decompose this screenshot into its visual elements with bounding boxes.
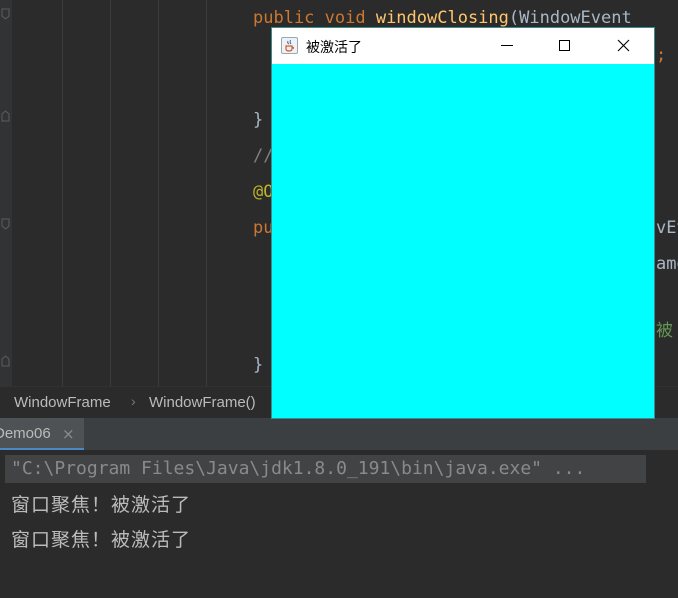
window-title: 被激活了 — [306, 40, 362, 56]
code-line: ; — [656, 45, 666, 65]
fold-marker-icon[interactable] — [1, 110, 10, 122]
close-icon[interactable]: × — [62, 425, 75, 443]
indent-guide — [110, 0, 111, 386]
app-window[interactable]: 被激活了 — [272, 28, 654, 418]
java-cup-icon — [281, 37, 298, 54]
code-token: ; — [656, 45, 667, 65]
indent-guide — [62, 0, 63, 386]
code-line: @O — [253, 182, 273, 202]
code-token: } — [253, 355, 264, 375]
fold-marker-icon[interactable] — [1, 218, 10, 230]
code-line: ame — [656, 254, 678, 274]
code-line: // — [253, 146, 273, 166]
run-tab-label: Demo06 — [0, 425, 51, 442]
maximize-icon — [559, 40, 570, 51]
code-token: 被 — [656, 321, 673, 341]
minimize-icon — [501, 45, 513, 46]
code-token: vEv — [656, 218, 678, 238]
console-output-line: 窗口聚焦！被激活了 — [11, 529, 192, 551]
code-line: } — [253, 110, 263, 130]
code-token: pu — [253, 218, 274, 238]
maximize-button[interactable] — [542, 28, 588, 64]
breadcrumb-item-method[interactable]: WindowFrame() — [149, 394, 256, 411]
code-token: } — [253, 110, 264, 130]
code-line: pu — [253, 218, 273, 238]
code-token: @O — [253, 182, 274, 202]
minimize-button[interactable] — [484, 28, 530, 64]
code-token: // — [253, 146, 274, 166]
indent-guide — [206, 0, 207, 386]
close-button[interactable] — [601, 28, 647, 64]
code-line: } — [253, 355, 263, 375]
close-icon — [617, 39, 630, 52]
indent-guide — [158, 0, 159, 386]
fold-marker-icon[interactable] — [1, 355, 10, 367]
code-line: vEv — [656, 218, 678, 238]
console-output-line: 窗口聚焦！被激活了 — [11, 494, 192, 516]
code-token: (WindowEvent — [508, 8, 632, 28]
editor-gutter — [0, 0, 12, 386]
window-titlebar[interactable]: 被激活了 — [272, 28, 654, 64]
run-tool-window-tabs: Demo06 × — [0, 417, 678, 451]
breadcrumb-separator: › — [131, 393, 136, 409]
window-content-area[interactable] — [272, 64, 654, 418]
code-token: ame — [656, 254, 678, 274]
code-line: public void windowClosing(WindowEvent — [253, 8, 632, 28]
code-token: windowClosing — [375, 8, 509, 28]
code-line: 被 — [656, 321, 673, 341]
ide-screen: public void windowClosing(WindowEvent;} /… — [0, 0, 678, 598]
console-command-line[interactable]: "C:\Program Files\Java\jdk1.8.0_191\bin\… — [5, 455, 646, 483]
run-tab[interactable]: Demo06 × — [0, 418, 84, 451]
breadcrumb-item-class[interactable]: WindowFrame — [14, 394, 111, 411]
code-token: public void — [253, 8, 376, 28]
fold-marker-icon[interactable] — [1, 8, 10, 20]
